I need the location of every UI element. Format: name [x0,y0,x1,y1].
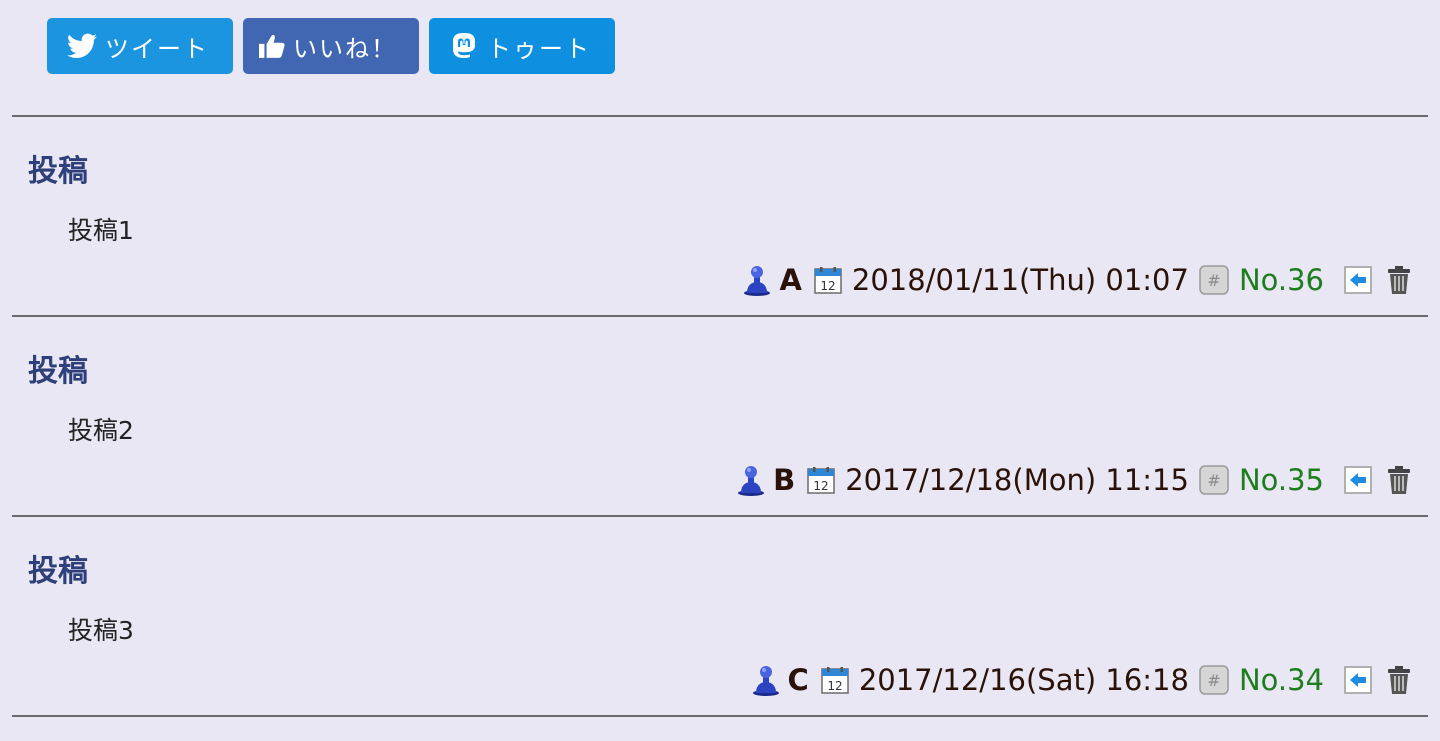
post-meta: C 12 2017/12/16(Sat) 16:18 # No.34 [752,662,1412,698]
trash-icon[interactable] [1386,665,1412,695]
post-title: 投稿 [28,154,88,189]
post-title: 投稿 [28,354,88,389]
post-author: B [773,463,796,497]
svg-text:12: 12 [827,679,842,693]
post-body: 投稿1 [68,216,134,245]
post-number: No.36 [1238,263,1324,297]
user-icon [743,264,771,296]
reply-icon[interactable] [1344,266,1372,294]
svg-text:12: 12 [820,279,835,293]
number-grid-icon: # [1199,265,1229,295]
post-number: No.35 [1238,463,1324,497]
reply-icon[interactable] [1344,466,1372,494]
user-icon [752,664,780,696]
divider [12,715,1428,717]
user-icon [737,464,765,496]
svg-text:#: # [1207,671,1220,690]
share-bar: ツイート いいね！ トゥート [47,18,615,74]
svg-text:#: # [1207,271,1220,290]
post-item: 投稿 投稿2 B 12 2017/12/18(Mon) 11:15 # No.3… [0,316,1440,516]
trash-icon[interactable] [1386,465,1412,495]
toot-label: トゥート [487,34,591,63]
post-author: A [779,263,802,297]
svg-text:#: # [1207,471,1220,490]
reply-icon[interactable] [1344,666,1372,694]
post-item: 投稿 投稿3 C 12 2017/12/16(Sat) 16:18 # No.3… [0,516,1440,716]
svg-text:12: 12 [814,479,829,493]
post-title: 投稿 [28,554,88,589]
calendar-icon: 12 [821,666,849,694]
tweet-button[interactable]: ツイート [47,18,233,74]
post-date: 2017/12/16(Sat) 16:18 [858,663,1189,697]
post-date: 2018/01/11(Thu) 01:07 [851,263,1189,297]
calendar-icon: 12 [814,266,842,294]
number-grid-icon: # [1199,665,1229,695]
calendar-icon: 12 [807,466,835,494]
like-button[interactable]: いいね！ [243,18,419,74]
thumbs-up-icon [259,34,285,58]
mastodon-icon [449,31,479,61]
post-date: 2017/12/18(Mon) 11:15 [845,463,1189,497]
number-grid-icon: # [1199,465,1229,495]
like-label: いいね！ [293,34,397,63]
twitter-bird-icon [67,33,97,59]
post-meta: A 12 2018/01/11(Thu) 01:07 # No.36 [743,262,1412,298]
post-body: 投稿2 [68,416,134,445]
trash-icon[interactable] [1386,265,1412,295]
post-meta: B 12 2017/12/18(Mon) 11:15 # No.35 [737,462,1412,498]
tweet-label: ツイート [105,34,209,63]
post-body: 投稿3 [68,616,134,645]
toot-button[interactable]: トゥート [429,18,615,74]
post-number: No.34 [1238,663,1324,697]
post-item: 投稿 投稿1 A 12 2018/01/11(Thu) 01:07 # No.3… [0,116,1440,316]
post-author: C [787,663,809,697]
